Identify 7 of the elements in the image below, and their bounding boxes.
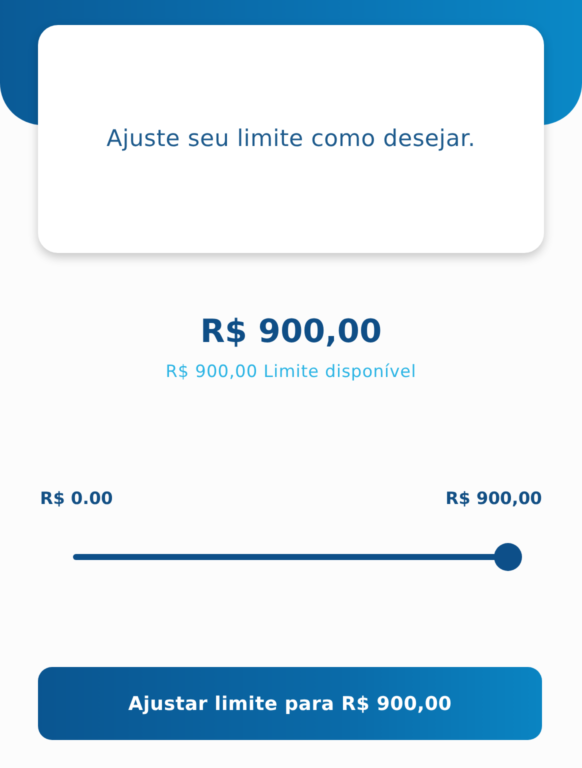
adjust-limit-button[interactable]: Ajustar limite para R$ 900,00 [38,667,542,740]
limit-amount: R$ 900,00 [199,311,383,351]
card-message: Ajuste seu limite como desejar. [106,126,476,152]
slider-thumb[interactable] [494,543,522,571]
available-limit-text: R$ 900,00 Limite disponível [164,361,418,383]
slider-min-label: R$ 0.00 [40,488,113,510]
slider-max-label: R$ 900,00 [446,488,542,510]
